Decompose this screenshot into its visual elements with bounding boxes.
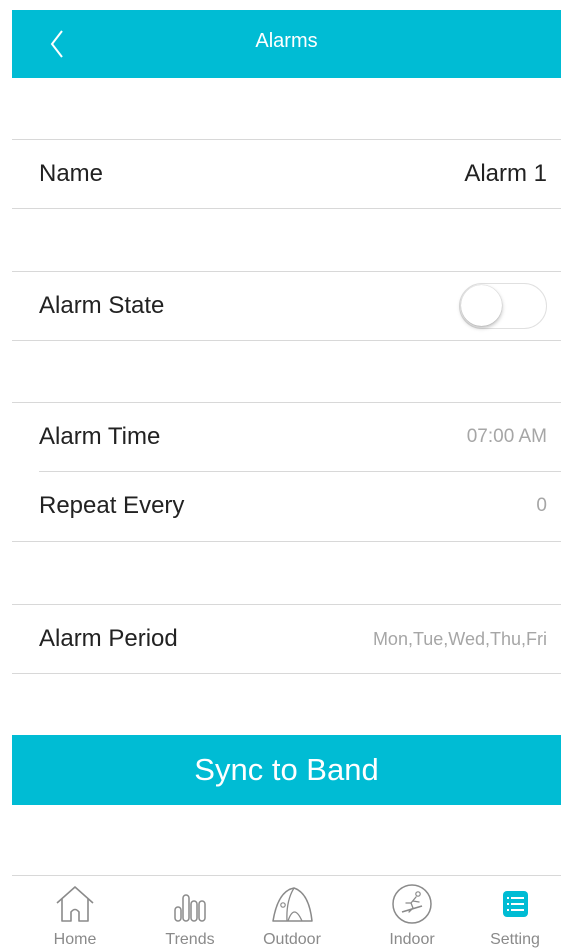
repeat-every-label: Repeat Every	[39, 492, 185, 519]
page-title: Alarms	[255, 30, 318, 52]
alarm-period-value: Mon,Tue,Wed,Thu,Fri	[372, 629, 547, 649]
alarm-time-row[interactable]: Alarm Time 07:00 AM	[12, 403, 561, 471]
alarm-period-label: Alarm Period	[39, 625, 178, 652]
tab-home-label: Home	[53, 931, 97, 948]
name-value: Alarm 1	[464, 160, 547, 187]
divider	[12, 208, 561, 209]
tab-indoor-label: Indoor	[389, 931, 435, 948]
repeat-every-row[interactable]: Repeat Every 0	[12, 472, 561, 540]
toggle-knob	[461, 285, 502, 326]
alarm-state-label: Alarm State	[39, 292, 165, 319]
tab-trends-label: Trends	[165, 931, 215, 948]
divider	[12, 340, 561, 341]
nav-bar: Alarms	[12, 10, 561, 78]
alarm-period-row[interactable]: Alarm Period Mon,Tue,Wed,Thu,Fri	[12, 605, 561, 673]
tab-indoor[interactable]: Indoor	[367, 876, 457, 950]
sync-to-band-button[interactable]: Sync to Band	[12, 735, 561, 805]
tab-trends[interactable]: Trends	[145, 876, 235, 950]
alarm-time-value: 07:00 AM	[466, 426, 547, 447]
alarms-screen: Alarms Name Alarm 1 Alarm State Alarm Ti…	[12, 10, 561, 950]
alarm-state-toggle[interactable]	[459, 283, 547, 329]
name-row[interactable]: Name Alarm 1	[12, 140, 561, 208]
home-icon	[56, 886, 94, 922]
treadmill-icon	[392, 884, 432, 924]
alarm-state-row: Alarm State	[12, 272, 561, 340]
divider	[12, 673, 561, 674]
divider	[12, 541, 561, 542]
name-label: Name	[39, 160, 104, 187]
tent-icon	[272, 887, 313, 922]
tab-outdoor-label: Outdoor	[263, 931, 321, 948]
settings-list-icon	[503, 891, 528, 917]
bar-chart-icon	[174, 894, 206, 922]
tab-home[interactable]: Home	[30, 876, 120, 950]
alarm-time-label: Alarm Time	[39, 423, 161, 450]
tab-setting-label: Setting	[490, 931, 540, 948]
tab-bar: Home Trends Outdoor Indoor Setting	[12, 875, 561, 950]
tab-outdoor[interactable]: Outdoor	[247, 876, 337, 950]
tab-setting[interactable]: Setting	[470, 876, 560, 950]
repeat-every-value: 0	[536, 495, 547, 516]
